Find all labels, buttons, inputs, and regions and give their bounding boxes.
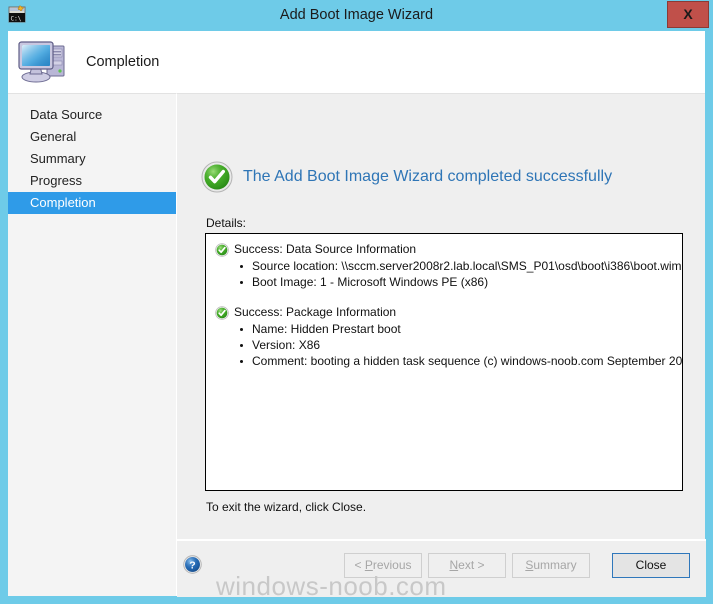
detail-bullet: Source location: \\sccm.server2008r2.lab… <box>206 258 682 274</box>
close-window-button[interactable]: X <box>667 1 709 28</box>
detail-bullet: Comment: booting a hidden task sequence … <box>206 353 682 369</box>
help-icon[interactable]: ? <box>183 555 202 574</box>
detail-group-heading-text: Success: Package Information <box>234 305 397 319</box>
wizard-window: C:\ Add Boot Image Wizard X Completion D… <box>0 0 713 604</box>
details-label: Details: <box>206 216 247 230</box>
details-textbox[interactable]: Success: Data Source Information Source … <box>205 233 683 491</box>
wizard-footer: ? < Previous Next > Summary Close <box>177 541 706 597</box>
success-check-icon <box>215 306 229 320</box>
detail-group-package: Success: Package Information Name: Hidde… <box>206 290 682 369</box>
detail-bullet: Boot Image: 1 - Microsoft Windows PE (x8… <box>206 274 682 290</box>
detail-bullet: Name: Hidden Prestart boot <box>206 321 682 337</box>
sidebar-item-completion[interactable]: Completion <box>8 192 176 214</box>
sidebar-item-general[interactable]: General <box>8 126 176 148</box>
summary-button[interactable]: Summary <box>512 553 590 578</box>
sidebar-item-data-source[interactable]: Data Source <box>8 104 176 126</box>
window-title: Add Boot Image Wizard <box>279 7 434 23</box>
next-button[interactable]: Next > <box>428 553 506 578</box>
previous-button[interactable]: < Previous <box>344 553 422 578</box>
detail-group-heading: Success: Data Source Information <box>206 241 682 258</box>
close-button[interactable]: Close <box>612 553 690 578</box>
sidebar-item-progress[interactable]: Progress <box>8 170 176 192</box>
wizard-content-panel: The Add Boot Image Wizard completed succ… <box>176 93 706 597</box>
computer-icon <box>16 36 72 86</box>
exit-instruction: To exit the wizard, click Close. <box>206 500 367 514</box>
wizard-step-list: Data Source General Summary Progress Com… <box>8 93 176 596</box>
title-bar: C:\ Add Boot Image Wizard X <box>0 0 713 31</box>
svg-text:?: ? <box>189 560 195 572</box>
close-icon: X <box>683 6 693 22</box>
detail-group-data-source: Success: Data Source Information Source … <box>206 234 682 290</box>
success-check-icon <box>215 243 229 257</box>
completion-result-text: The Add Boot Image Wizard completed succ… <box>243 168 613 185</box>
success-check-icon <box>201 161 233 193</box>
page-title: Completion <box>86 54 160 70</box>
wizard-header: Completion <box>8 31 705 93</box>
detail-group-heading: Success: Package Information <box>206 304 682 321</box>
detail-bullet: Version: X86 <box>206 337 682 353</box>
detail-group-heading-text: Success: Data Source Information <box>234 242 417 256</box>
wizard-client-area: Completion Data Source General Summary P… <box>8 31 706 597</box>
sidebar-item-summary[interactable]: Summary <box>8 148 176 170</box>
